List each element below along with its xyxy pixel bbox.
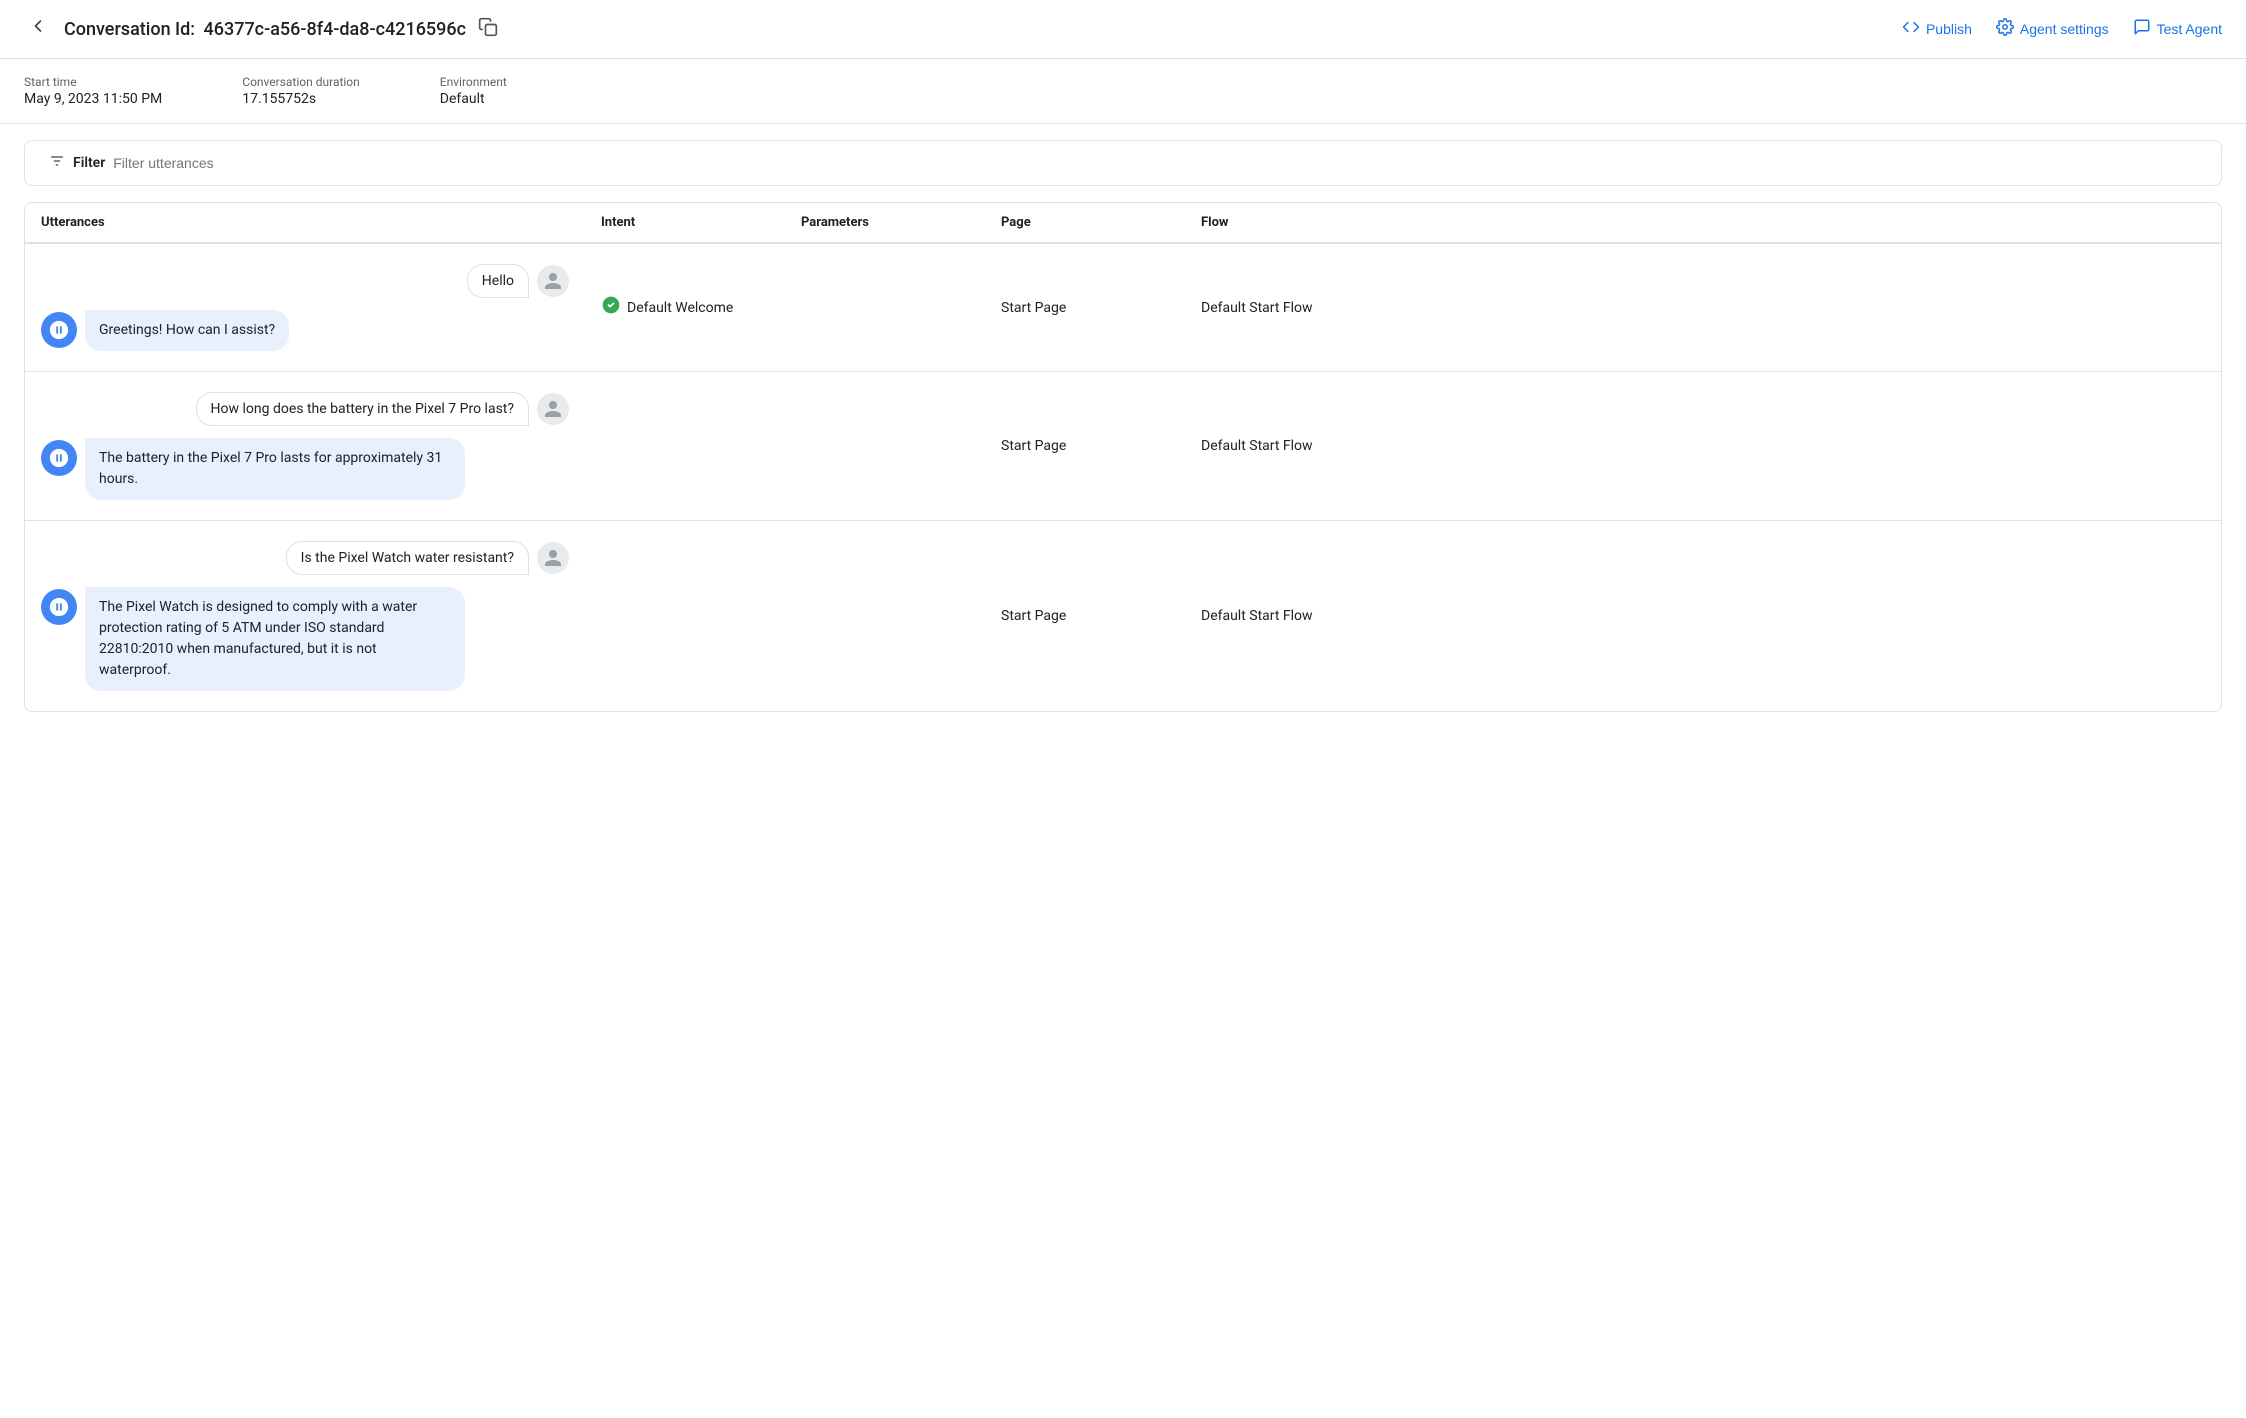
bot-avatar-3 <box>41 589 77 625</box>
th-parameters: Parameters <box>801 215 1001 230</box>
table-row: Is the Pixel Watch water resistant? The … <box>25 521 2221 711</box>
bot-bubble-3: The Pixel Watch is designed to comply wi… <box>85 587 465 691</box>
table-header: Utterances Intent Parameters Page Flow <box>25 203 2221 244</box>
bot-avatar-1 <box>41 312 77 348</box>
params-cell-3 <box>785 596 985 636</box>
duration-meta: Conversation duration 17.155752s <box>242 75 360 107</box>
table-row: Hello Greetings! How can I assist? Defau… <box>25 244 2221 372</box>
params-cell-2 <box>785 426 985 466</box>
back-button[interactable] <box>24 12 52 46</box>
flow-cell-2: Default Start Flow <box>1185 418 2221 474</box>
publish-button[interactable]: Publish <box>1902 18 1972 41</box>
user-message-3: Is the Pixel Watch water resistant? <box>41 541 569 575</box>
page-cell-1: Start Page <box>985 280 1185 336</box>
header-actions: Publish Agent settings Test Agent <box>1902 18 2222 41</box>
th-flow: Flow <box>1201 215 2205 230</box>
start-time-label: Start time <box>24 75 162 89</box>
th-page: Page <box>1001 215 1201 230</box>
gear-icon <box>1996 18 2014 41</box>
conversation-id: Conversation Id: 46377c-a56-8f4-da8-c421… <box>64 19 466 40</box>
user-bubble-2: How long does the battery in the Pixel 7… <box>196 392 529 426</box>
th-utterances: Utterances <box>41 215 601 230</box>
th-intent: Intent <box>601 215 801 230</box>
header: Conversation Id: 46377c-a56-8f4-da8-c421… <box>0 0 2246 59</box>
bot-avatar-2 <box>41 440 77 476</box>
page-cell-2: Start Page <box>985 418 1185 474</box>
filter-input[interactable] <box>113 155 2197 171</box>
user-message-2: How long does the battery in the Pixel 7… <box>41 392 569 426</box>
intent-check-icon-1 <box>601 295 621 320</box>
environment-meta: Environment Default <box>440 75 507 107</box>
flow-cell-1: Default Start Flow <box>1185 280 2221 336</box>
bot-message-2: The battery in the Pixel 7 Pro lasts for… <box>41 438 569 500</box>
meta-bar: Start time May 9, 2023 11:50 PM Conversa… <box>0 59 2246 124</box>
intent-cell-1: Default Welcome <box>585 275 785 340</box>
intent-cell-3 <box>585 596 785 636</box>
conversation-table: Utterances Intent Parameters Page Flow H… <box>24 202 2222 712</box>
utterances-cell-2: How long does the battery in the Pixel 7… <box>25 372 585 520</box>
user-bubble-1: Hello <box>467 264 529 298</box>
copy-icon[interactable] <box>478 17 498 42</box>
publish-icon <box>1902 18 1920 41</box>
chat-icon <box>2133 18 2151 41</box>
start-time-meta: Start time May 9, 2023 11:50 PM <box>24 75 162 107</box>
filter-icon <box>49 153 65 173</box>
bot-bubble-2: The battery in the Pixel 7 Pro lasts for… <box>85 438 465 500</box>
duration-label: Conversation duration <box>242 75 360 89</box>
user-bubble-3: Is the Pixel Watch water resistant? <box>286 541 529 575</box>
flow-cell-3: Default Start Flow <box>1185 588 2221 644</box>
duration-value: 17.155752s <box>242 91 360 107</box>
test-agent-button[interactable]: Test Agent <box>2133 18 2222 41</box>
bot-message-3: The Pixel Watch is designed to comply wi… <box>41 587 569 691</box>
params-cell-1 <box>785 288 985 328</box>
intent-name-1: Default Welcome <box>627 300 733 316</box>
page-cell-3: Start Page <box>985 588 1185 644</box>
bot-message-1: Greetings! How can I assist? <box>41 310 569 351</box>
start-time-value: May 9, 2023 11:50 PM <box>24 91 162 107</box>
bot-bubble-1: Greetings! How can I assist? <box>85 310 289 351</box>
environment-label: Environment <box>440 75 507 89</box>
user-avatar-3 <box>537 542 569 574</box>
agent-settings-button[interactable]: Agent settings <box>1996 18 2109 41</box>
user-avatar-1 <box>537 265 569 297</box>
user-avatar-2 <box>537 393 569 425</box>
utterances-cell-1: Hello Greetings! How can I assist? <box>25 244 585 371</box>
filter-label: Filter <box>73 155 105 171</box>
filter-bar: Filter <box>24 140 2222 186</box>
user-message-1: Hello <box>41 264 569 298</box>
utterances-cell-3: Is the Pixel Watch water resistant? The … <box>25 521 585 711</box>
environment-value: Default <box>440 91 507 107</box>
table-row: How long does the battery in the Pixel 7… <box>25 372 2221 521</box>
intent-cell-2 <box>585 426 785 466</box>
header-left: Conversation Id: 46377c-a56-8f4-da8-c421… <box>24 12 1890 46</box>
